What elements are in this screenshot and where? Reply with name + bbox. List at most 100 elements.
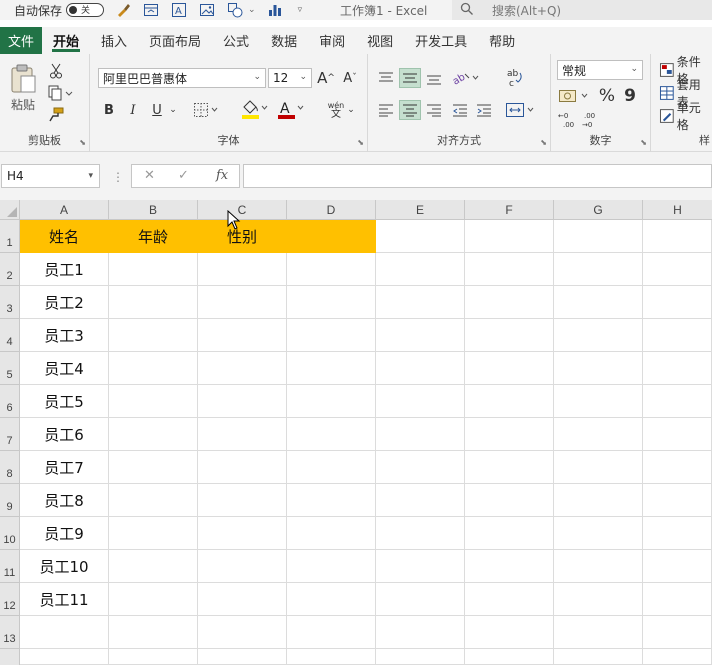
cell-c4[interactable]: [198, 319, 287, 352]
paste-icon[interactable]: [6, 62, 40, 96]
row-header[interactable]: 2: [0, 253, 20, 286]
cell-c12[interactable]: [198, 583, 287, 616]
cell-d12[interactable]: [287, 583, 376, 616]
brush-icon[interactable]: [114, 2, 132, 18]
row-header[interactable]: 11: [0, 550, 20, 583]
clipboard-launcher-icon[interactable]: ⬊: [79, 138, 86, 147]
cell-e3[interactable]: [376, 286, 465, 319]
cell-c8[interactable]: [198, 451, 287, 484]
cell-a5[interactable]: 员工4: [20, 352, 109, 385]
cell-f10[interactable]: [465, 517, 554, 550]
row-header[interactable]: 12: [0, 583, 20, 616]
row-header[interactable]: 5: [0, 352, 20, 385]
chevron-down-icon[interactable]: ⌄: [248, 5, 256, 15]
cell-d8[interactable]: [287, 451, 376, 484]
cell-e14[interactable]: [376, 649, 465, 665]
align-bottom-icon[interactable]: [424, 68, 444, 88]
bar-chart-icon[interactable]: [266, 2, 284, 18]
tab-insert[interactable]: 插入: [90, 27, 138, 54]
cell-c11[interactable]: [198, 550, 287, 583]
paste-button[interactable]: 粘贴: [6, 96, 40, 112]
cell-c7[interactable]: [198, 418, 287, 451]
cell-a7[interactable]: 员工6: [20, 418, 109, 451]
cell-c6[interactable]: [198, 385, 287, 418]
column-header-e[interactable]: E: [376, 200, 465, 220]
row-header[interactable]: 7: [0, 418, 20, 451]
row-header[interactable]: 3: [0, 286, 20, 319]
cell-b6[interactable]: [109, 385, 198, 418]
cell-f5[interactable]: [465, 352, 554, 385]
underline-dropdown-icon[interactable]: ⌄: [168, 100, 178, 120]
cell-b7[interactable]: [109, 418, 198, 451]
cell-e11[interactable]: [376, 550, 465, 583]
row-header[interactable]: 4: [0, 319, 20, 352]
cell-h12[interactable]: [643, 583, 712, 616]
picture-icon[interactable]: [198, 2, 216, 18]
name-box[interactable]: H4 ▾: [1, 164, 100, 188]
cell-f2[interactable]: [465, 253, 554, 286]
cell-a2[interactable]: 员工1: [20, 253, 109, 286]
cell-e6[interactable]: [376, 385, 465, 418]
font-launcher-icon[interactable]: ⬊: [357, 138, 364, 147]
shapes-icon[interactable]: [226, 2, 244, 18]
cell-h7[interactable]: [643, 418, 712, 451]
align-middle-icon[interactable]: [399, 68, 421, 88]
cell-g4[interactable]: [554, 319, 643, 352]
cell-f12[interactable]: [465, 583, 554, 616]
wrap-text-icon[interactable]: ab c: [504, 66, 526, 90]
cell-a10[interactable]: 员工9: [20, 517, 109, 550]
column-header-h[interactable]: H: [643, 200, 712, 220]
cell-f13[interactable]: [465, 616, 554, 649]
cell-a12[interactable]: 员工11: [20, 583, 109, 616]
percent-button[interactable]: %: [597, 86, 617, 106]
cell-c13[interactable]: [198, 616, 287, 649]
cell-h4[interactable]: [643, 319, 712, 352]
row-header[interactable]: 13: [0, 616, 20, 649]
cell-c3[interactable]: [198, 286, 287, 319]
cell-c10[interactable]: [198, 517, 287, 550]
cell-g3[interactable]: [554, 286, 643, 319]
increase-decimal-icon[interactable]: ←0.00: [557, 110, 579, 130]
row-header[interactable]: 10: [0, 517, 20, 550]
cell-g1[interactable]: [554, 220, 643, 253]
layout-icon[interactable]: [142, 2, 160, 18]
cell-a6[interactable]: 员工5: [20, 385, 109, 418]
cell-e7[interactable]: [376, 418, 465, 451]
cell-h10[interactable]: [643, 517, 712, 550]
cell-d10[interactable]: [287, 517, 376, 550]
cell-c1[interactable]: 性别: [198, 220, 287, 253]
cell-c2[interactable]: [198, 253, 287, 286]
cancel-icon[interactable]: ✕: [144, 168, 155, 183]
cell-c14[interactable]: [198, 649, 287, 665]
cell-e12[interactable]: [376, 583, 465, 616]
currency-icon[interactable]: [557, 86, 593, 106]
fill-color-icon[interactable]: [240, 98, 270, 122]
alignment-launcher-icon[interactable]: ⬊: [540, 138, 547, 147]
cell-d3[interactable]: [287, 286, 376, 319]
cell-d7[interactable]: [287, 418, 376, 451]
decrease-decimal-icon[interactable]: .00 →0: [581, 110, 603, 130]
row-header[interactable]: [0, 649, 20, 665]
column-header-c[interactable]: C: [198, 200, 287, 220]
cell-g8[interactable]: [554, 451, 643, 484]
cell-f11[interactable]: [465, 550, 554, 583]
cell-h2[interactable]: [643, 253, 712, 286]
cell-f6[interactable]: [465, 385, 554, 418]
cell-b3[interactable]: [109, 286, 198, 319]
cell-g10[interactable]: [554, 517, 643, 550]
text-frame-icon[interactable]: A: [170, 2, 188, 18]
cell-g11[interactable]: [554, 550, 643, 583]
font-name-select[interactable]: 阿里巴巴普惠体 ⌄: [98, 68, 266, 88]
cell-h11[interactable]: [643, 550, 712, 583]
cell-e13[interactable]: [376, 616, 465, 649]
tab-view[interactable]: 视图: [356, 27, 404, 54]
cell-b4[interactable]: [109, 319, 198, 352]
column-header-f[interactable]: F: [465, 200, 554, 220]
column-header-b[interactable]: B: [109, 200, 198, 220]
cell-a13[interactable]: [20, 616, 109, 649]
cell-h14[interactable]: [643, 649, 712, 665]
tab-review[interactable]: 审阅: [308, 27, 356, 54]
cell-d9[interactable]: [287, 484, 376, 517]
increase-indent-icon[interactable]: [474, 100, 494, 120]
cell-h8[interactable]: [643, 451, 712, 484]
